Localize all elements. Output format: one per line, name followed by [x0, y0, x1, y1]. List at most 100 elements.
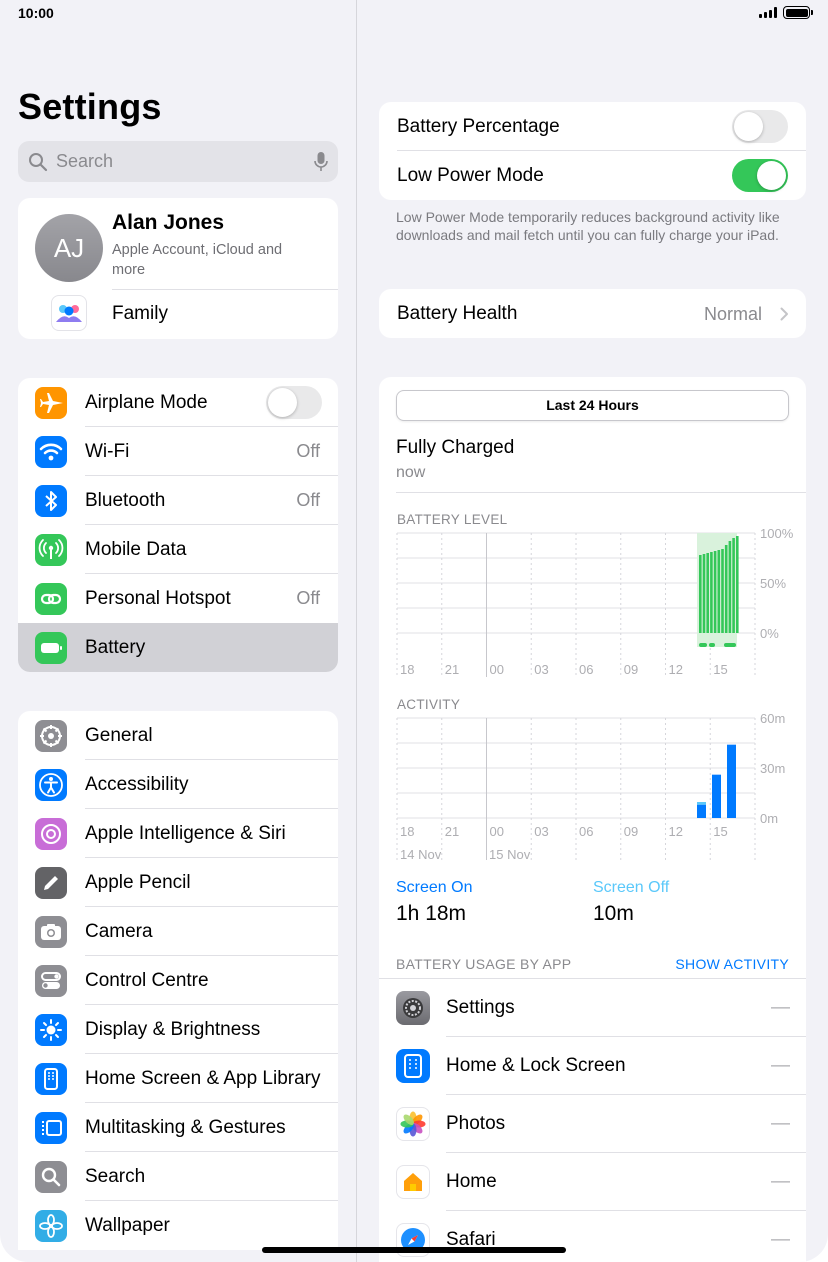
x-tick-label: 21 — [445, 662, 459, 677]
sidebar-item-label: Mobile Data — [85, 539, 187, 560]
battery-percentage-row: Battery Percentage — [379, 102, 806, 151]
microphone-icon[interactable] — [314, 151, 328, 173]
battery-level-bar — [699, 555, 702, 633]
sidebar-item-airplane-mode[interactable]: Airplane Mode — [18, 378, 338, 427]
charging-marker — [724, 643, 736, 647]
sidebar-item-home-screen-app-library[interactable]: Home Screen & App Library — [18, 1054, 338, 1103]
x-tick-label: 03 — [534, 824, 548, 839]
app-usage-value: — — [771, 1055, 790, 1076]
battery-percentage-label: Battery Percentage — [397, 116, 560, 137]
sidebar-item-camera[interactable]: Camera — [18, 907, 338, 956]
last-24-hours-tab[interactable]: Last 24 Hours — [396, 390, 789, 421]
usage-by-app-caption: BATTERY USAGE BY APP — [396, 956, 572, 972]
x-date-label: 14 Nov — [400, 847, 442, 862]
battery-toggles-card: Battery Percentage Low Power Mode — [379, 102, 806, 200]
apple-account-card[interactable]: AJ Alan Jones Apple Account, iCloud and … — [18, 198, 338, 339]
y-tick-label: 60m — [760, 712, 785, 726]
divider — [396, 492, 806, 493]
battery-health-label: Battery Health — [397, 303, 518, 324]
sidebar-item-label: Battery — [85, 637, 146, 658]
family-label[interactable]: Family — [112, 303, 168, 325]
sidebar-item-label: Apple Intelligence & Siri — [85, 823, 286, 844]
charging-marker — [699, 643, 707, 647]
accessibility-icon — [35, 769, 67, 801]
battery-level-chart: 18 21 00 03 06 09 12 15 100% 50% 0% — [396, 527, 794, 677]
battery-icon — [35, 632, 67, 664]
app-usage-row[interactable]: Settings — — [379, 979, 806, 1037]
y-tick-label: 0% — [760, 626, 779, 641]
sidebar-item-label: Home Screen & App Library — [85, 1068, 321, 1089]
battery-level-bar — [706, 553, 709, 633]
sidebar-item-control-centre[interactable]: Control Centre — [18, 956, 338, 1005]
photos-icon — [396, 1107, 430, 1141]
app-usage-row[interactable]: Home & Lock Screen — — [379, 1037, 806, 1095]
sun-icon — [35, 1014, 67, 1046]
sidebar-item-display-brightness[interactable]: Display & Brightness — [18, 1005, 338, 1054]
battery-health-row[interactable]: Battery Health Normal — [379, 289, 806, 338]
sidebar-item-label: Personal Hotspot — [85, 588, 231, 609]
battery-usage-card: Last 24 Hours Fully Charged now BATTERY … — [379, 377, 806, 1262]
chevron-right-icon — [780, 307, 788, 321]
sidebar-item-label: Wi-Fi — [85, 441, 130, 462]
show-activity-button[interactable]: SHOW ACTIVITY — [675, 956, 789, 972]
settings-app-icon — [396, 991, 430, 1025]
battery-level-bar — [717, 550, 721, 633]
sidebar-item-wi-fi[interactable]: Wi-Fi Off — [18, 427, 338, 476]
bluetooth-icon — [35, 485, 67, 517]
low-power-label: Low Power Mode — [397, 165, 544, 186]
sidebar-item-accessibility[interactable]: Accessibility — [18, 760, 338, 809]
app-name: Settings — [446, 997, 515, 1018]
sidebar-item-value: Off — [296, 490, 320, 510]
low-power-toggle[interactable] — [732, 159, 788, 192]
x-tick-label: 12 — [669, 824, 683, 839]
sidebar-item-value: Off — [296, 588, 320, 608]
airplane-icon — [35, 387, 67, 419]
battery-level-bar — [724, 545, 728, 633]
battery-level-bar — [732, 538, 735, 633]
search-icon — [35, 1161, 67, 1193]
app-usage-row[interactable]: Photos — — [379, 1095, 806, 1153]
y-tick-label: 30m — [760, 761, 785, 776]
sidebar-item-label: Multitasking & Gestures — [85, 1117, 286, 1138]
sidebar-item-wallpaper[interactable]: Wallpaper — [18, 1201, 338, 1250]
sidebar-item-general[interactable]: General — [18, 711, 338, 760]
battery-percentage-toggle[interactable] — [732, 110, 788, 143]
activity-caption: ACTIVITY — [397, 697, 461, 712]
low-power-row: Low Power Mode — [379, 151, 806, 200]
x-tick-label: 00 — [490, 824, 504, 839]
screen-on-bar — [727, 744, 736, 818]
sidebar-item-label: Wallpaper — [85, 1215, 170, 1236]
sidebar-item-apple-intelligence-siri[interactable]: Apple Intelligence & Siri — [18, 809, 338, 858]
search-placeholder: Search — [56, 151, 114, 171]
sidebar-item-multitasking-gestures[interactable]: Multitasking & Gestures — [18, 1103, 338, 1152]
airplane-mode-toggle[interactable] — [266, 386, 322, 419]
profile-subtitle: Apple Account, iCloud and more — [112, 242, 283, 278]
general-group: General Accessibility Apple Intelligence &… — [18, 711, 338, 1250]
search-field[interactable]: Search — [18, 141, 338, 182]
x-tick-label: 18 — [400, 662, 414, 677]
app-usage-row[interactable]: Home — — [379, 1153, 806, 1211]
x-tick-label: 21 — [445, 824, 459, 839]
siri-icon — [35, 818, 67, 850]
home-indicator — [262, 1247, 566, 1253]
sidebar-item-mobile-data[interactable]: Mobile Data — [18, 525, 338, 574]
sidebar-item-personal-hotspot[interactable]: Personal Hotspot Off — [18, 574, 338, 623]
low-power-note: Low Power Mode temporarily reduces backg… — [396, 209, 780, 243]
sidebar-item-bluetooth[interactable]: Bluetooth Off — [18, 476, 338, 525]
app-name: Home — [446, 1171, 497, 1192]
family-icon — [51, 295, 87, 331]
app-name: Photos — [446, 1113, 506, 1134]
app-usage-value: — — [771, 997, 790, 1018]
app-usage-value: — — [771, 1113, 790, 1134]
sidebar-item-apple-pencil[interactable]: Apple Pencil — [18, 858, 338, 907]
activity-chart: 18 21 00 03 06 09 12 15 60m 30m 0m 14 Nov 15 Nov — [396, 712, 785, 862]
sidebar-item-battery[interactable]: Battery — [18, 623, 338, 672]
y-tick-label: 100% — [760, 527, 794, 541]
screen-off-value: 10m — [593, 902, 634, 925]
sidebar-item-search[interactable]: Search — [18, 1152, 338, 1201]
sidebar-item-label: Accessibility — [85, 774, 189, 795]
avatar: AJ — [35, 214, 103, 282]
x-tick-label: 06 — [579, 662, 593, 677]
x-tick-label: 06 — [579, 824, 593, 839]
app-usage-row[interactable]: Safari — — [379, 1211, 806, 1262]
